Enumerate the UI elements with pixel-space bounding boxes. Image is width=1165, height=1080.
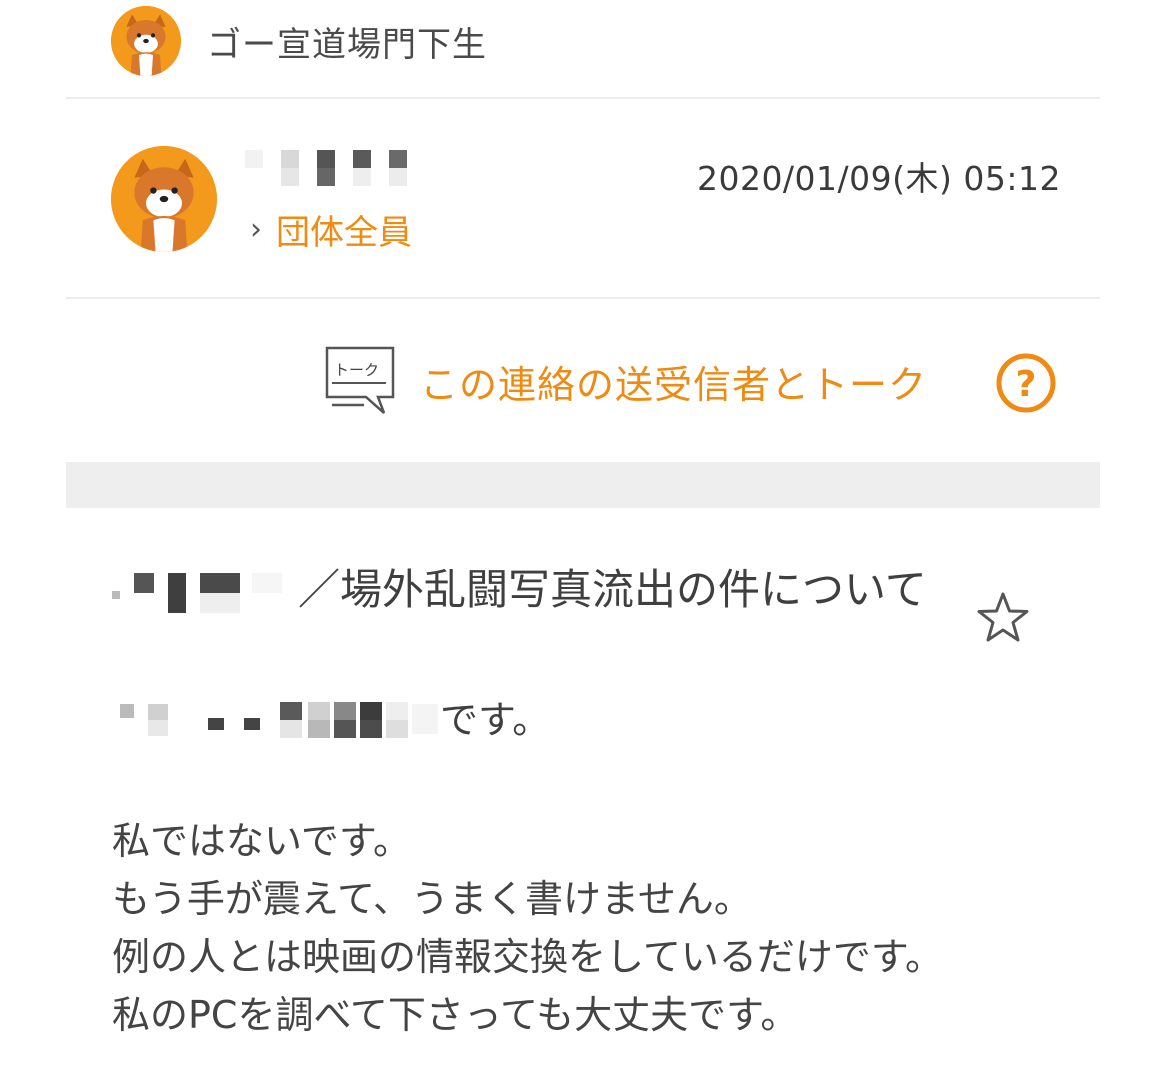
divider bbox=[66, 97, 1100, 99]
body-line: 私のPCを調べて下さっても大丈夫です。 bbox=[112, 993, 799, 1037]
recipient-link[interactable]: › 団体全員 bbox=[250, 205, 412, 254]
talk-button[interactable]: トーク この連絡の送受信者とトーク bbox=[324, 343, 927, 419]
sender-avatar[interactable] bbox=[111, 146, 217, 252]
section-separator bbox=[66, 462, 1100, 508]
body-line: もう手が震えて、うまく書けません。 bbox=[112, 877, 752, 921]
intro-name-redacted bbox=[112, 700, 440, 740]
subject-text: ／場外乱闘写真流出の件について bbox=[298, 565, 927, 614]
svg-text:?: ? bbox=[1016, 364, 1037, 405]
group-avatar bbox=[111, 6, 181, 76]
divider bbox=[66, 297, 1100, 299]
talk-bubble-icon: トーク bbox=[325, 346, 395, 414]
group-name: ゴー宣道場門下生 bbox=[207, 24, 487, 65]
body-line: 私ではないです。 bbox=[112, 819, 412, 863]
body-line: 例の人とは映画の情報交換をしているだけです。 bbox=[112, 935, 944, 979]
talk-label: この連絡の送受信者とトーク bbox=[420, 362, 928, 407]
subject-prefix-redacted bbox=[112, 572, 292, 613]
message-detail-screen: ゴー宣道場門下生 2020/01/09(木) 05:12 › 団体全員 トーク … bbox=[0, 0, 1165, 1080]
intro-line: です。 bbox=[112, 690, 550, 750]
message-datetime: 2020/01/09(木) 05:12 bbox=[696, 159, 1061, 198]
intro-suffix: です。 bbox=[440, 698, 551, 742]
help-circle-icon[interactable]: ? bbox=[995, 352, 1057, 414]
recipient-label: 団体全員 bbox=[276, 213, 412, 253]
sender-name-redacted bbox=[245, 150, 410, 186]
message-subject: ／場外乱闘写真流出の件について bbox=[112, 558, 962, 622]
talk-icon-text: トーク bbox=[334, 361, 379, 379]
shiba-dog-icon bbox=[111, 6, 181, 76]
shiba-dog-icon bbox=[111, 146, 217, 252]
message-body: 私ではないです。 もう手が震えて、うまく書けません。 例の人とは映画の情報交換を… bbox=[112, 812, 943, 1044]
group-header[interactable]: ゴー宣道場門下生 bbox=[111, 6, 487, 76]
chevron-right-icon: › bbox=[250, 211, 262, 247]
star-outline-icon[interactable] bbox=[975, 590, 1031, 646]
